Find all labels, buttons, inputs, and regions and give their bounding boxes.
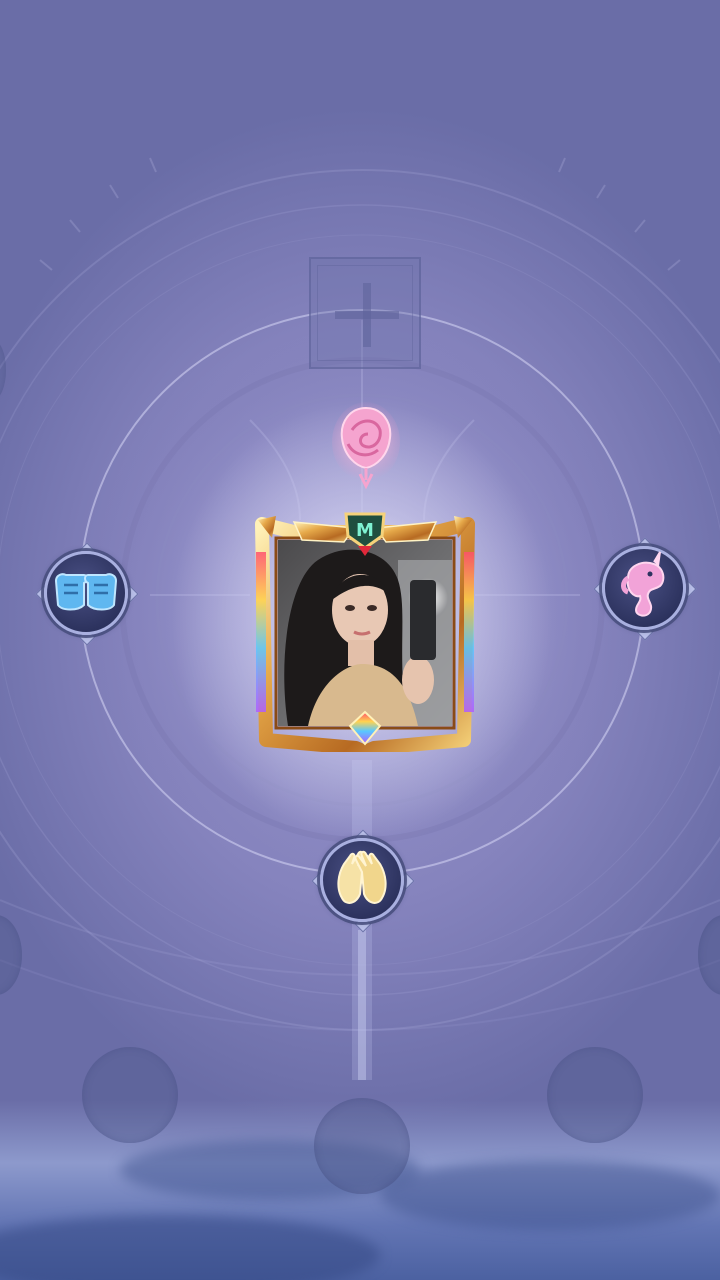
empty-slot-center[interactable] <box>314 1098 410 1194</box>
unicorn-icon <box>621 551 665 617</box>
svg-text:M: M <box>356 520 374 541</box>
emote-slot-left[interactable] <box>35 542 139 646</box>
gold-crest-frame: M <box>255 512 475 752</box>
emote-slot-bottom[interactable] <box>311 829 415 933</box>
emote-slot-right[interactable] <box>593 537 697 641</box>
fist-bump-icon <box>54 573 118 611</box>
add-emote-slot[interactable] <box>309 257 421 369</box>
emote-wheel-screen: M <box>0 0 720 1280</box>
rose-badge-icon <box>332 402 400 490</box>
clapping-hands-icon <box>337 850 387 904</box>
cloud-shadow <box>380 1160 720 1230</box>
empty-slot-right[interactable] <box>547 1047 643 1143</box>
empty-slot-left[interactable] <box>82 1047 178 1143</box>
player-avatar-frame[interactable]: M <box>254 512 476 752</box>
plus-icon <box>363 283 371 347</box>
